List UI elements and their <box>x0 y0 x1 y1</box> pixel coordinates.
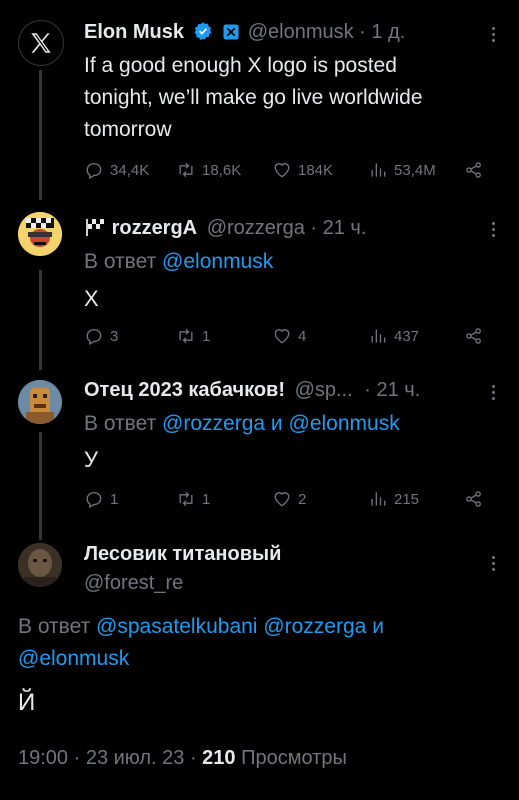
share-button[interactable] <box>464 160 484 180</box>
tweet-text-line: If a good enough X logo is posted <box>84 54 397 77</box>
reply-count: 34,4K <box>110 161 150 179</box>
avatar-image <box>18 380 62 424</box>
author-name[interactable]: rozzergA <box>112 217 198 239</box>
timestamp[interactable]: · 21 ч. <box>310 217 366 239</box>
tweet-lesovik-focused[interactable]: Лесовик титановый @forest_re В ответ @sp… <box>0 525 519 800</box>
views-count: 437 <box>394 327 420 345</box>
tweet-text-line: tonight, we’ll make go live worldwide <box>84 86 423 109</box>
more-options-icon[interactable] <box>489 24 497 45</box>
heart-icon <box>274 492 290 507</box>
tweet-text: У <box>84 447 98 472</box>
like-count: 4 <box>298 327 307 345</box>
author-handle[interactable]: @sp... <box>295 379 353 401</box>
like-button[interactable]: 4 <box>272 326 306 346</box>
views-button[interactable]: 437 <box>368 326 419 346</box>
views-button[interactable]: 215 <box>368 489 419 509</box>
author-handle[interactable]: @elonmusk <box>248 21 354 43</box>
views-total: 210 <box>202 747 236 769</box>
reply-prefix: В ответ <box>18 615 91 638</box>
author-handle[interactable]: @forest_re <box>84 570 183 596</box>
like-button[interactable]: 184K <box>272 160 333 180</box>
reply-count: 1 <box>110 490 119 508</box>
timestamp[interactable]: · 1 д. <box>359 21 405 43</box>
mention-link[interactable]: @elonmusk <box>18 647 129 670</box>
mention-link[interactable]: @elonmusk <box>289 412 400 435</box>
views-count: 53,4M <box>394 161 436 179</box>
retweet-icon <box>179 328 193 344</box>
like-count: 2 <box>298 490 307 508</box>
more-options-icon[interactable] <box>489 219 497 240</box>
views-label: Просмотры <box>241 747 347 769</box>
share-icon <box>466 328 481 344</box>
avatar-image <box>18 543 62 587</box>
reply-icon <box>86 163 102 180</box>
mention-link[interactable]: @rozzerga <box>263 615 366 638</box>
views-icon <box>371 492 386 506</box>
reply-button[interactable]: 3 <box>84 326 118 346</box>
like-button[interactable]: 2 <box>272 489 306 509</box>
reply-icon <box>86 492 102 509</box>
post-timestamp[interactable]: 19:00 · 23 июл. 23 · <box>18 747 197 769</box>
retweet-icon <box>179 162 193 178</box>
retweet-button[interactable]: 18,6K <box>176 160 241 180</box>
timestamp[interactable]: · 21 ч. <box>364 379 420 401</box>
tweet-text: Й <box>18 689 36 716</box>
avatar[interactable] <box>18 380 62 424</box>
tweet-elonmusk[interactable]: Elon Musk @elonmusk · 1 д. If a good eno… <box>0 0 519 195</box>
mention-conjunction: и <box>270 412 283 435</box>
tweet-text: X <box>84 286 99 311</box>
avatar[interactable] <box>18 543 62 587</box>
avatar-x-logo[interactable] <box>18 20 64 66</box>
views-button[interactable]: 53,4M <box>368 160 436 180</box>
reply-prefix: В ответ <box>84 412 157 435</box>
share-icon <box>466 162 481 178</box>
views-count: 215 <box>394 490 420 508</box>
reply-icon <box>86 329 102 346</box>
x-badge-icon <box>223 24 239 40</box>
retweet-count: 1 <box>202 327 211 345</box>
heart-icon <box>274 329 290 344</box>
retweet-count: 18,6K <box>202 161 242 179</box>
author-handle[interactable]: @rozzerga <box>207 217 305 239</box>
reply-prefix: В ответ <box>84 250 157 273</box>
like-count: 184K <box>298 161 334 179</box>
checkered-flag-icon <box>86 219 104 236</box>
heart-icon <box>274 163 290 178</box>
share-button[interactable] <box>464 489 484 509</box>
tweet-otets-kabachkov[interactable]: Отец 2023 кабачков! @sp... · 21 ч. В отв… <box>0 360 519 525</box>
retweet-button[interactable]: 1 <box>176 326 210 346</box>
views-icon <box>371 163 386 177</box>
verified-badge-icon <box>194 22 211 40</box>
retweet-button[interactable]: 1 <box>176 489 210 509</box>
reply-button[interactable]: 34,4K <box>84 160 149 180</box>
author-name[interactable]: Отец 2023 кабачков! <box>84 379 285 401</box>
mention-link[interactable]: @rozzerga <box>162 412 265 435</box>
views-icon <box>371 329 386 343</box>
mention-conjunction: и <box>372 615 384 638</box>
mention-link[interactable]: @elonmusk <box>162 250 273 273</box>
more-options-icon[interactable] <box>489 382 497 403</box>
mention-link[interactable]: @spasatelkubani <box>96 615 257 638</box>
tweet-text-line: tomorrow <box>84 118 172 141</box>
share-button[interactable] <box>464 326 484 346</box>
retweet-icon <box>179 491 193 507</box>
avatar-image <box>18 212 62 256</box>
x-logo-icon <box>31 33 51 53</box>
reply-button[interactable]: 1 <box>84 489 118 509</box>
share-icon <box>466 491 481 507</box>
reply-count: 3 <box>110 327 119 345</box>
avatar[interactable] <box>18 212 62 256</box>
more-options-icon[interactable] <box>489 553 497 574</box>
author-name[interactable]: Лесовик титановый <box>84 543 281 565</box>
retweet-count: 1 <box>202 490 211 508</box>
tweet-rozzerga[interactable]: rozzergA @rozzerga · 21 ч. В ответ @elon… <box>0 195 519 360</box>
author-name[interactable]: Elon Musk <box>84 21 184 43</box>
